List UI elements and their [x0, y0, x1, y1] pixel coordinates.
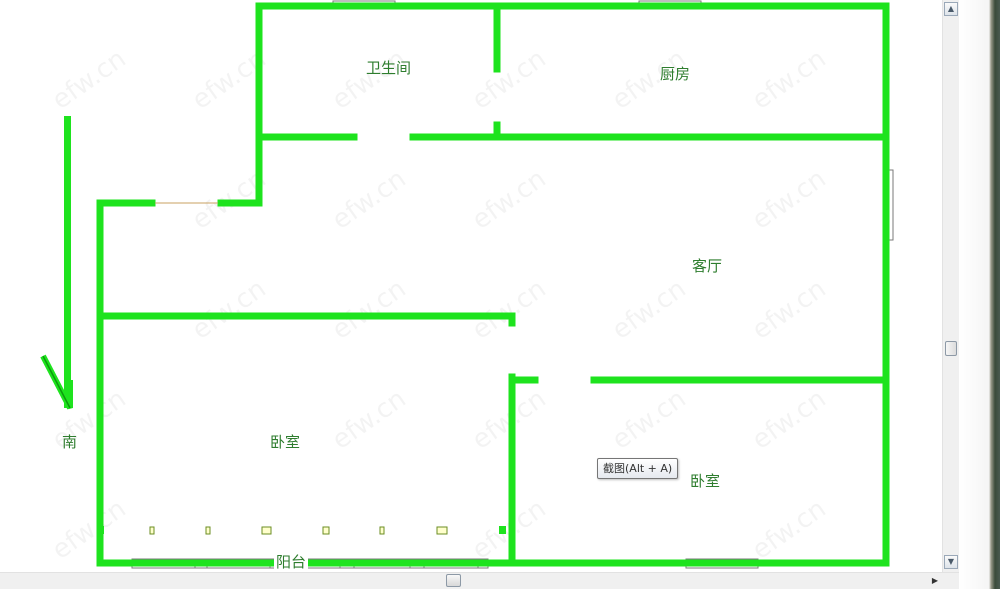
watermark: efw.cn: [747, 384, 832, 456]
vertical-scrollbar[interactable]: ▲ ▼: [942, 0, 959, 572]
compass-label: 南: [62, 433, 77, 451]
watermark: efw.cn: [747, 164, 832, 236]
watermark: efw.cn: [47, 494, 132, 566]
watermark: efw.cn: [747, 44, 832, 116]
room-label-balcony: 阳台: [276, 553, 306, 571]
watermark: efw.cn: [327, 164, 412, 236]
wall-bedroom-top: [96, 312, 516, 327]
balcony-post: [261, 526, 272, 535]
scroll-up-icon[interactable]: ▲: [944, 2, 958, 16]
scroll-down-icon[interactable]: ▼: [944, 555, 958, 569]
balcony-post: [205, 526, 211, 535]
watermark: efw.cn: [327, 44, 412, 116]
watermark: efw.cn: [607, 384, 692, 456]
window-edge: [959, 0, 1000, 589]
watermark: efw.cn: [467, 274, 552, 346]
balcony-post: [436, 526, 448, 535]
watermark: efw.cn: [327, 274, 412, 346]
horizontal-scrollbar[interactable]: ▶: [0, 572, 959, 589]
room-label-living-room: 客厅: [692, 257, 722, 275]
room-label-bedroom-left: 卧室: [270, 433, 300, 451]
watermark: efw.cn: [747, 494, 832, 566]
watermark: efw.cn: [467, 44, 552, 116]
balcony-post: [149, 526, 155, 535]
vertical-scroll-thumb[interactable]: [945, 341, 957, 356]
balcony-post: [322, 526, 330, 535]
balcony-posts: [149, 526, 448, 535]
watermark: efw.cn: [327, 384, 412, 456]
scroll-right-icon[interactable]: ▶: [930, 574, 940, 587]
horizontal-scroll-thumb[interactable]: [446, 574, 461, 587]
room-label-bedroom-right: 卧室: [690, 472, 720, 490]
screenshot-tooltip: 截图(Alt + A): [597, 458, 679, 479]
watermark: efw.cn: [467, 164, 552, 236]
south-arrow-icon: [40, 116, 73, 410]
watermark: efw.cn: [47, 44, 132, 116]
balcony-post: [379, 526, 385, 535]
floor-plan-canvas: efw.cn efw.cn efw.cn efw.cn efw.cn efw.c…: [40, 0, 894, 571]
watermark: efw.cn: [607, 274, 692, 346]
watermark: efw.cn: [747, 274, 832, 346]
room-label-kitchen: 厨房: [660, 65, 690, 83]
room-label-bathroom: 卫生间: [366, 59, 411, 77]
watermark: efw.cn: [187, 274, 272, 346]
watermark: efw.cn: [47, 384, 132, 456]
